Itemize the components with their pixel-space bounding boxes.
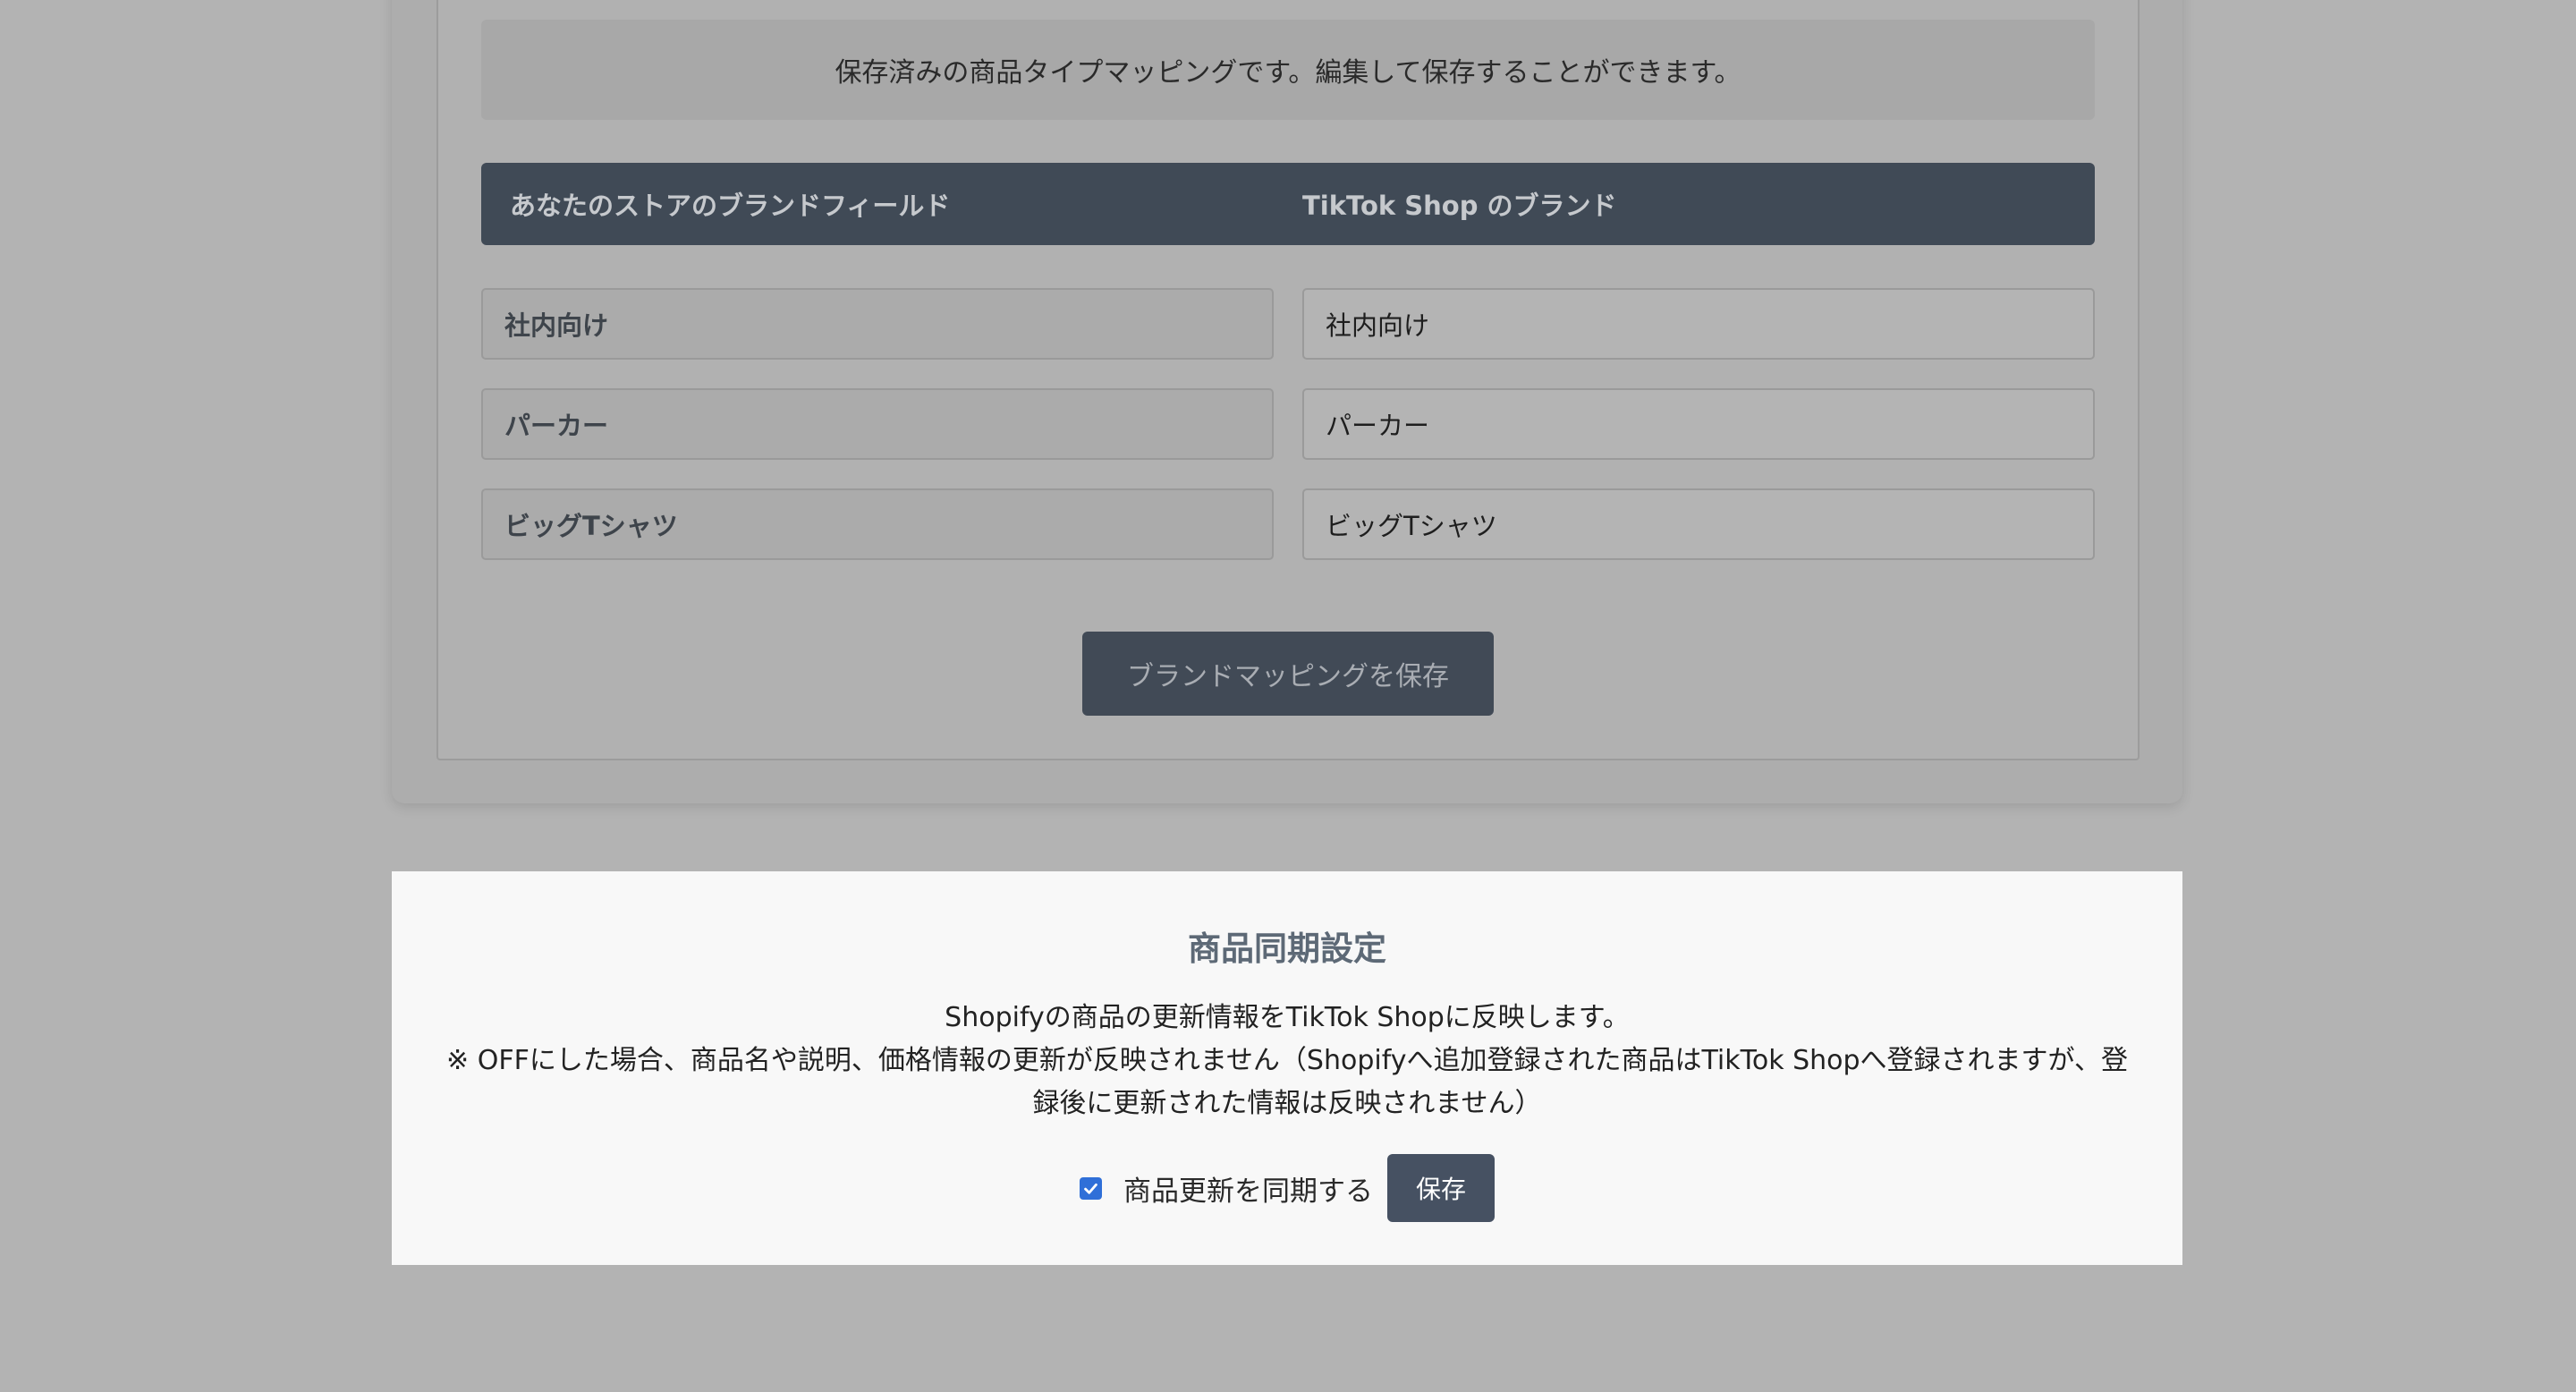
sync-checkbox-label[interactable]: 商品更新を同期する: [1123, 1168, 1373, 1209]
description-line-2: ※ OFFにした場合、商品名や説明、価格情報の更新が反映されません（Shopif…: [446, 1045, 2128, 1119]
product-sync-description: Shopifyの商品の更新情報をTikTok Shopに反映します。 ※ OFF…: [436, 997, 2138, 1125]
header-tiktok-brand: TikTok Shop のブランド: [1302, 191, 1617, 221]
saved-mapping-notice: 保存済みの商品タイプマッピングです。編集して保存することができます。: [481, 20, 2095, 120]
description-line-1: Shopifyの商品の更新情報をTikTok Shopに反映します。: [945, 1002, 1630, 1033]
store-brand-field-2: パーカー: [481, 388, 1274, 460]
page: 保存済みの商品タイプマッピングです。編集して保存することができます。 あなたのス…: [0, 0, 2576, 1392]
tiktok-brand-input-2[interactable]: パーカー: [1302, 388, 2095, 460]
header-store-brand-field: あなたのストアのブランドフィールド: [510, 191, 951, 221]
tiktok-brand-input-1[interactable]: 社内向け: [1302, 288, 2095, 360]
notice-text: 保存済みの商品タイプマッピングです。編集して保存することができます。: [835, 57, 1741, 89]
store-brand-field-3: ビッグTシャツ: [481, 488, 1274, 560]
save-brand-mapping-button[interactable]: ブランドマッピングを保存: [1082, 632, 1494, 716]
store-brand-field-1: 社内向け: [481, 288, 1274, 360]
mapping-table-header: あなたのストアのブランドフィールド TikTok Shop のブランド: [481, 163, 2095, 245]
sync-product-updates-checkbox[interactable]: [1080, 1176, 1102, 1200]
checkmark-icon: [1084, 1183, 1097, 1194]
sync-controls: 商品更新を同期する 保存: [392, 1154, 2182, 1222]
save-sync-settings-button[interactable]: 保存: [1387, 1154, 1495, 1222]
product-sync-title: 商品同期設定: [1188, 929, 1386, 968]
tiktok-brand-input-3[interactable]: ビッグTシャツ: [1302, 488, 2095, 560]
product-sync-card: 商品同期設定 Shopifyの商品の更新情報をTikTok Shopに反映します…: [392, 871, 2182, 1265]
